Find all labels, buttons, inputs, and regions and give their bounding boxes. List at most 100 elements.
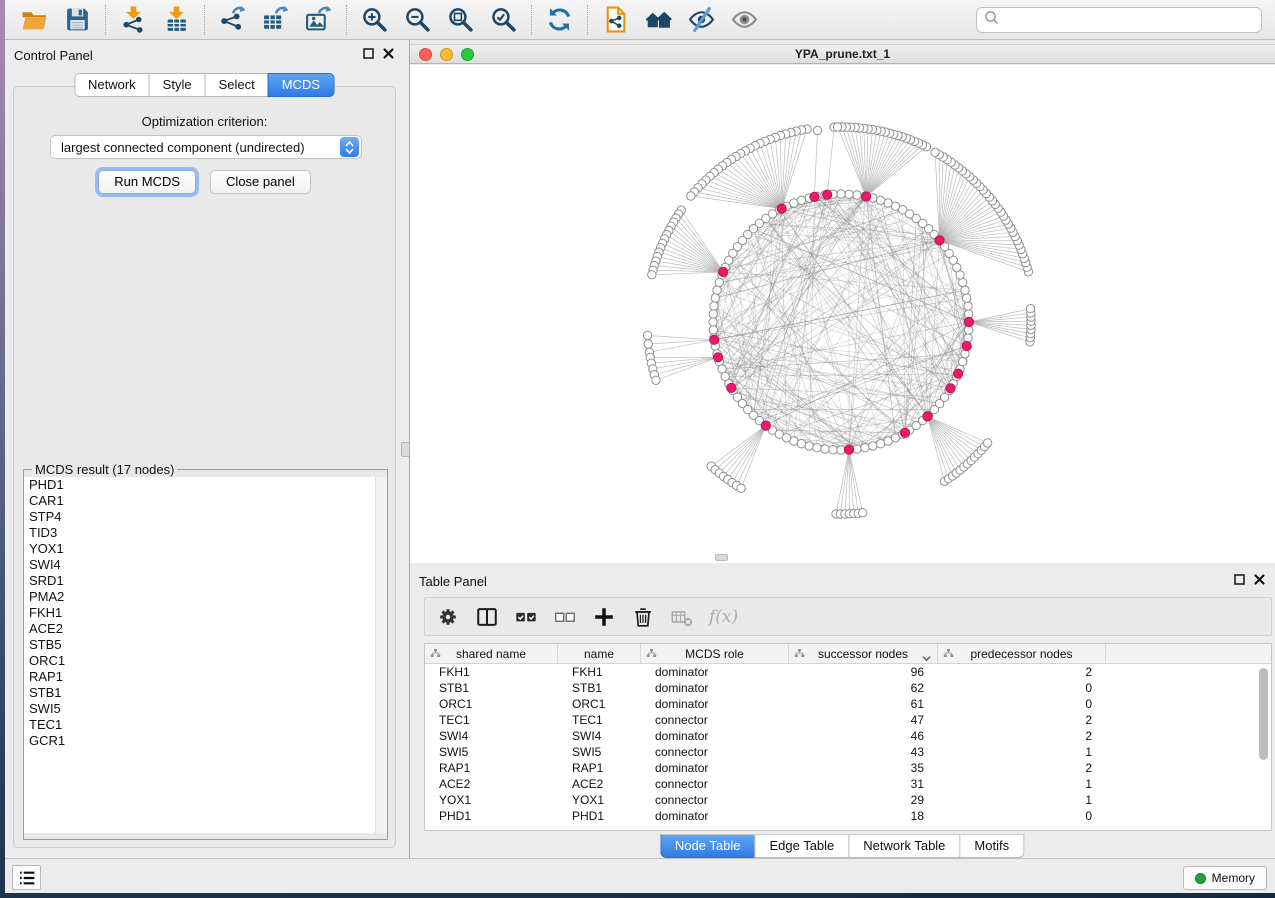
close-table-panel-icon[interactable]: [1254, 574, 1265, 585]
mcds-result-item[interactable]: SRD1: [24, 573, 387, 589]
mcds-node[interactable]: [844, 445, 853, 454]
houses-icon[interactable]: [645, 6, 672, 33]
mcds-node[interactable]: [719, 267, 728, 276]
save-icon[interactable]: [64, 6, 91, 33]
zoom-out-icon[interactable]: [404, 6, 431, 33]
criterion-dropdown[interactable]: largest connected component (undirected): [50, 135, 362, 159]
column-header-name[interactable]: name: [558, 644, 641, 663]
search-input[interactable]: [1003, 12, 1254, 27]
import-network-icon[interactable]: [120, 6, 147, 33]
mcds-node[interactable]: [862, 192, 871, 201]
network-view[interactable]: [410, 65, 1275, 563]
column-header-shared-name[interactable]: shared name: [425, 644, 558, 663]
mcds-result-item[interactable]: PHD1: [24, 477, 387, 493]
table-row[interactable]: TEC1TEC1connector472: [425, 712, 1271, 728]
table-row[interactable]: ORC1ORC1dominator610: [425, 696, 1271, 712]
table-scrollbar-thumb[interactable]: [1259, 668, 1268, 760]
table-row[interactable]: RAP1RAP1dominator352: [425, 760, 1271, 776]
export-network-icon[interactable]: [219, 6, 246, 33]
mcds-result-item[interactable]: ACE2: [24, 621, 387, 637]
mcds-node[interactable]: [964, 317, 973, 326]
zoom-in-icon[interactable]: [361, 6, 388, 33]
horizontal-splitter-handle[interactable]: [715, 554, 728, 561]
tab-network-table[interactable]: Network Table: [848, 834, 960, 858]
hide-graphics-icon[interactable]: [688, 6, 715, 33]
columns-icon[interactable]: [475, 605, 499, 629]
cell-MCDS-role: dominator: [641, 665, 789, 679]
delete-row-icon[interactable]: [631, 605, 655, 629]
list-scrollbar[interactable]: [375, 477, 387, 833]
close-panel-icon[interactable]: [383, 48, 394, 59]
tab-edge-table[interactable]: Edge Table: [754, 834, 849, 858]
mcds-result-item[interactable]: ORC1: [24, 653, 387, 669]
export-table-icon[interactable]: [262, 6, 289, 33]
mcds-node[interactable]: [710, 335, 719, 344]
mcds-node[interactable]: [954, 369, 963, 378]
mcds-node[interactable]: [946, 384, 955, 393]
mcds-result-item[interactable]: PMA2: [24, 589, 387, 605]
mcds-result-item[interactable]: STB1: [24, 685, 387, 701]
mcds-node[interactable]: [962, 341, 971, 350]
mcds-result-item[interactable]: RAP1: [24, 669, 387, 685]
mcds-result-item[interactable]: SWI5: [24, 701, 387, 717]
column-header-predecessor-nodes[interactable]: predecessor nodes: [938, 644, 1106, 663]
search-box[interactable]: [976, 7, 1262, 33]
network-window-titlebar[interactable]: YPA_prune.txt_1: [410, 44, 1275, 64]
mcds-node[interactable]: [810, 192, 819, 201]
tab-motifs[interactable]: Motifs: [959, 834, 1024, 858]
table-row[interactable]: FKH1FKH1dominator962: [425, 664, 1271, 680]
add-row-icon[interactable]: [592, 605, 616, 629]
mcds-node[interactable]: [935, 236, 944, 245]
show-graphics-icon[interactable]: [731, 6, 758, 33]
mcds-result-item[interactable]: CAR1: [24, 493, 387, 509]
network-document-icon[interactable]: [602, 6, 629, 33]
task-history-button[interactable]: [12, 865, 41, 890]
mcds-result-item[interactable]: STB5: [24, 637, 387, 653]
mcds-node[interactable]: [900, 428, 909, 437]
mcds-node[interactable]: [823, 190, 832, 199]
node-table[interactable]: shared namenameMCDS rolesuccessor nodesp…: [424, 643, 1272, 831]
mcds-result-item[interactable]: SWI4: [24, 557, 387, 573]
table-row[interactable]: YOX1YOX1connector291: [425, 792, 1271, 808]
mcds-result-item[interactable]: GCR1: [24, 733, 387, 749]
mcds-node[interactable]: [713, 353, 722, 362]
tab-select[interactable]: Select: [205, 73, 269, 97]
mcds-node[interactable]: [777, 204, 786, 213]
deselect-all-checkbox-icon[interactable]: [553, 605, 577, 629]
import-table-icon[interactable]: [163, 6, 190, 33]
select-all-checkbox-icon[interactable]: [514, 605, 538, 629]
gear-icon[interactable]: [436, 605, 460, 629]
mcds-result-item[interactable]: FKH1: [24, 605, 387, 621]
tab-network[interactable]: Network: [74, 73, 150, 97]
export-image-icon[interactable]: [305, 6, 332, 33]
zoom-selected-icon[interactable]: [490, 6, 517, 33]
run-mcds-button[interactable]: Run MCDS: [98, 170, 196, 194]
table-row[interactable]: PHD1PHD1dominator180: [425, 808, 1271, 824]
mcds-result-item[interactable]: STP4: [24, 509, 387, 525]
tab-node-table[interactable]: Node Table: [660, 834, 756, 858]
float-panel-icon[interactable]: [363, 48, 374, 59]
tab-style[interactable]: Style: [149, 73, 206, 97]
mcds-node[interactable]: [761, 421, 770, 430]
table-row[interactable]: ACE2ACE2connector311: [425, 776, 1271, 792]
mcds-node[interactable]: [923, 412, 932, 421]
float-table-panel-icon[interactable]: [1234, 574, 1245, 585]
column-header-MCDS-role[interactable]: MCDS role: [641, 644, 789, 663]
delete-table-icon[interactable]: [670, 605, 694, 629]
table-row[interactable]: SWI5SWI5connector431: [425, 744, 1271, 760]
column-header-successor-nodes[interactable]: successor nodes: [789, 644, 938, 663]
table-row[interactable]: STB1STB1dominator620: [425, 680, 1271, 696]
mcds-result-item[interactable]: TID3: [24, 525, 387, 541]
mcds-node[interactable]: [727, 383, 736, 392]
zoom-fit-icon[interactable]: [447, 6, 474, 33]
memory-button[interactable]: Memory: [1183, 866, 1267, 890]
mcds-result-item[interactable]: TEC1: [24, 717, 387, 733]
mcds-result-item[interactable]: YOX1: [24, 541, 387, 557]
table-row[interactable]: SWI4SWI4dominator462: [425, 728, 1271, 744]
tab-mcds[interactable]: MCDS: [268, 73, 334, 97]
close-panel-button[interactable]: Close panel: [210, 170, 311, 194]
mcds-result-list[interactable]: PHD1CAR1STP4TID3YOX1SWI4SRD1PMA2FKH1ACE2…: [24, 477, 387, 833]
open-folder-icon[interactable]: [21, 6, 48, 33]
vertical-splitter-handle[interactable]: [401, 442, 410, 457]
refresh-icon[interactable]: [546, 6, 573, 33]
